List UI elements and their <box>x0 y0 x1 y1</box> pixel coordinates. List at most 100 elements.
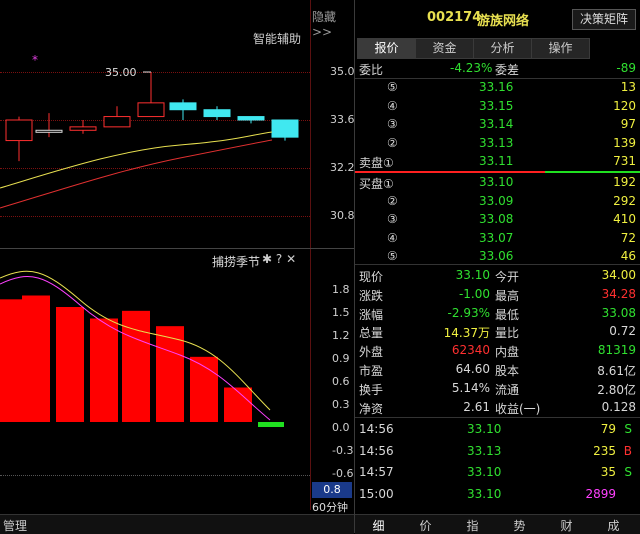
sell-level-row[interactable]: ③ 33.14 97 <box>355 115 640 133</box>
bottom-tabs: 细价指势财成 <box>355 514 640 534</box>
stat-label: 市盈 <box>359 364 384 378</box>
candlestick-chart[interactable]: * 35.00 <box>0 40 310 245</box>
stat-label: 收益(一) <box>495 401 541 416</box>
histogram-bar <box>156 326 184 422</box>
level-label: ③ <box>387 212 398 226</box>
stat-value: 34.00 <box>601 268 636 282</box>
stat-row: 外盘 62340 内盘 81319 <box>355 341 640 359</box>
tab-analysis[interactable]: 分析 <box>473 38 532 59</box>
level-volume: 410 <box>613 212 636 226</box>
indicator-histogram[interactable] <box>0 260 310 480</box>
level-volume: 292 <box>613 193 636 208</box>
candle-body <box>103 116 131 128</box>
axis-divider <box>310 0 311 510</box>
stat-value: 33.10 <box>455 268 490 282</box>
tab-quote[interactable]: 报价 <box>357 38 416 59</box>
tick-volume: 35 <box>600 465 616 479</box>
bottom-toolbar: 管理 <box>0 514 354 534</box>
tick-price: 33.10 <box>467 422 502 436</box>
bottom-tab[interactable]: 指 <box>449 517 496 534</box>
buy-level-row[interactable]: ③ 33.08 410 <box>355 210 640 228</box>
candle-body <box>203 109 231 118</box>
histogram-bar <box>90 318 118 422</box>
candle-body <box>169 102 197 111</box>
level-volume: 192 <box>613 175 636 189</box>
level-price: 33.10 <box>479 175 514 189</box>
sell-level-row[interactable]: 卖盘① 33.11 731 <box>355 152 640 170</box>
stat-label: 换手 <box>359 382 384 397</box>
level-price: 33.13 <box>479 135 514 150</box>
tick-side: S <box>624 422 632 436</box>
buy-level-row[interactable]: 买盘① 33.10 192 <box>355 173 640 191</box>
indicator-axis-label: 1.8 <box>332 283 350 296</box>
tick-volume: 79 <box>600 422 616 436</box>
tick-price: 33.10 <box>467 486 502 501</box>
separator <box>355 264 640 265</box>
stat-value: 2.80亿 <box>597 382 636 397</box>
stat-value: 0.128 <box>601 399 636 414</box>
manage-button[interactable]: 管理 <box>3 517 27 534</box>
buy-level-row[interactable]: ② 33.09 292 <box>355 192 640 210</box>
sell-level-row[interactable]: ④ 33.15 120 <box>355 97 640 115</box>
level-volume: 139 <box>613 135 636 150</box>
buy-level-row[interactable]: ⑤ 33.06 46 <box>355 247 640 265</box>
sell-level-row[interactable]: ⑤ 33.16 13 <box>355 78 640 96</box>
stat-label: 最低 <box>495 307 520 322</box>
tab-funds[interactable]: 资金 <box>415 38 474 59</box>
level-price: 33.07 <box>479 230 514 245</box>
candle-body <box>237 116 265 121</box>
quote-header: 002174 游族网络 决策矩阵 <box>355 0 640 36</box>
candle-body <box>271 119 299 138</box>
stat-row: 现价 33.10 今开 34.00 <box>355 266 640 284</box>
period-label[interactable]: 60分钟 <box>312 499 348 515</box>
bottom-tab[interactable]: 势 <box>496 517 543 534</box>
hide-panel-button[interactable]: 隐藏>> <box>312 8 354 39</box>
bottom-tab[interactable]: 价 <box>402 517 449 534</box>
sell-buy-divider-red <box>355 171 545 173</box>
stock-name: 游族网络 <box>477 14 530 29</box>
tick-time: 14:56 <box>359 443 394 458</box>
indicator-axis-label: 0.9 <box>332 352 350 365</box>
level-label: ⑤ <box>387 80 398 94</box>
ma-line-yellow <box>0 131 273 189</box>
histogram-bar <box>56 307 84 422</box>
stat-value: 0.72 <box>609 324 636 339</box>
current-indicator-value: 0.8 <box>312 482 352 498</box>
stock-code: 002174 <box>427 10 482 25</box>
stat-row: 市盈 64.60 股本 8.61亿 <box>355 360 640 378</box>
level-volume: 13 <box>620 80 636 94</box>
level-volume: 97 <box>620 117 636 131</box>
stat-value: 62340 <box>451 343 490 358</box>
weibi-value: -4.23% <box>450 61 493 75</box>
tick-price: 33.13 <box>467 443 502 458</box>
indicator-axis-label: -0.6 <box>332 467 354 480</box>
bottom-tab[interactable]: 细 <box>355 517 402 534</box>
tick-row: 14:56 33.10 79 S <box>355 420 640 438</box>
weibi-label: 委比 <box>359 63 384 77</box>
stat-label: 今开 <box>495 270 520 284</box>
stat-value: 34.28 <box>601 286 636 301</box>
level-volume: 46 <box>620 249 636 263</box>
tab-operation[interactable]: 操作 <box>531 38 590 59</box>
price-axis-label: 33.6 <box>330 113 355 126</box>
level-volume: 731 <box>613 154 636 168</box>
weicha-value: -89 <box>616 61 636 75</box>
tick-row: 14:56 33.13 235 B <box>355 442 640 460</box>
level-price: 33.15 <box>479 98 514 113</box>
stat-value: 33.08 <box>601 305 636 320</box>
decision-matrix-button[interactable]: 决策矩阵 <box>572 9 636 30</box>
histogram-bar <box>224 387 252 422</box>
tick-time: 15:00 <box>359 486 394 501</box>
sell-level-row[interactable]: ② 33.13 139 <box>355 134 640 152</box>
bottom-tab[interactable]: 财 <box>543 517 590 534</box>
level-label: ② <box>387 135 398 150</box>
price-callout: 35.00 <box>105 66 137 79</box>
tick-side: B <box>623 443 632 458</box>
stat-label: 涨跌 <box>359 288 384 303</box>
bottom-tab[interactable]: 成 <box>590 517 637 534</box>
stat-value: 2.61 <box>463 399 490 414</box>
tick-time: 14:57 <box>359 465 394 479</box>
level-price: 33.06 <box>479 249 514 263</box>
grid-line <box>0 475 310 476</box>
buy-level-row[interactable]: ④ 33.07 72 <box>355 229 640 247</box>
